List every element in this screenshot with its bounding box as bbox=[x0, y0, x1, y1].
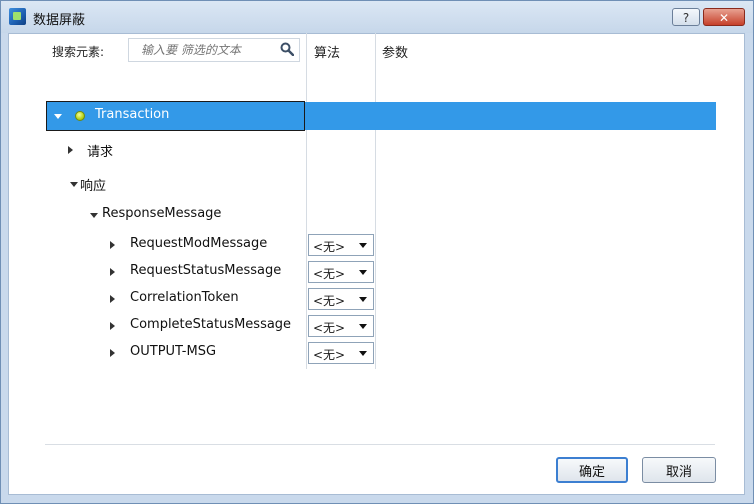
masking-grid: 搜索元素: 算法 参数 Transaction 请求 响应 ResponseMe… bbox=[40, 33, 716, 378]
tree-row-response[interactable]: 响应 bbox=[46, 170, 716, 198]
collapse-arrow-icon[interactable] bbox=[110, 268, 115, 276]
select-value: <无> bbox=[313, 321, 346, 335]
chevron-down-icon bbox=[359, 351, 367, 356]
tree-row-responsemessage[interactable]: ResponseMessage bbox=[46, 201, 716, 229]
tree-item-label: 响应 bbox=[80, 179, 107, 194]
algorithm-select[interactable]: <无> bbox=[308, 315, 374, 337]
collapse-arrow-icon[interactable] bbox=[110, 241, 115, 249]
select-value: <无> bbox=[313, 294, 346, 308]
tree-item-label: CompleteStatusMessage bbox=[130, 317, 292, 332]
selection-focus-rect bbox=[46, 101, 305, 131]
tree-item-label: RequestStatusMessage bbox=[130, 263, 282, 278]
app-icon bbox=[9, 8, 26, 25]
search-label: 搜索元素: bbox=[52, 45, 105, 59]
search-input[interactable] bbox=[128, 38, 300, 62]
tree-row-request[interactable]: 请求 bbox=[46, 136, 716, 164]
collapse-arrow-icon[interactable] bbox=[110, 322, 115, 330]
chevron-down-icon bbox=[359, 297, 367, 302]
select-value: <无> bbox=[313, 240, 346, 254]
tree-row-correlationtoken[interactable]: CorrelationToken bbox=[46, 285, 716, 313]
tree-item-label: 请求 bbox=[87, 145, 114, 160]
collapse-arrow-icon[interactable] bbox=[68, 146, 73, 154]
footer-divider bbox=[45, 444, 715, 445]
title-bar[interactable]: 数据屏蔽 ? ✕ bbox=[1, 1, 753, 33]
chevron-down-icon bbox=[359, 324, 367, 329]
tree-item-label: ResponseMessage bbox=[102, 206, 222, 221]
column-header-algorithm: 算法 bbox=[314, 46, 341, 61]
search-area: 搜索元素: bbox=[46, 33, 304, 67]
help-button[interactable]: ? bbox=[672, 8, 700, 26]
chevron-down-icon bbox=[359, 243, 367, 248]
tree-item-label: RequestModMessage bbox=[130, 236, 268, 251]
column-header-params: 参数 bbox=[382, 46, 409, 61]
tree-row-output-msg[interactable]: OUTPUT-MSG bbox=[46, 339, 716, 367]
select-value: <无> bbox=[313, 267, 346, 281]
tree-item-label: OUTPUT-MSG bbox=[130, 344, 217, 359]
tree-row-requestmodmessage[interactable]: RequestModMessage bbox=[46, 231, 716, 259]
window-title: 数据屏蔽 bbox=[33, 13, 86, 28]
algorithm-select[interactable]: <无> bbox=[308, 342, 374, 364]
tree-row-requeststatusmessage[interactable]: RequestStatusMessage bbox=[46, 258, 716, 286]
tree-row-completestatusmessage[interactable]: CompleteStatusMessage bbox=[46, 312, 716, 340]
ok-button[interactable]: 确定 bbox=[556, 457, 628, 483]
chevron-down-icon bbox=[359, 270, 367, 275]
expand-arrow-icon[interactable] bbox=[70, 182, 78, 187]
collapse-arrow-icon[interactable] bbox=[110, 295, 115, 303]
tree-item-label: CorrelationToken bbox=[130, 290, 239, 305]
expand-arrow-icon[interactable] bbox=[90, 213, 98, 218]
collapse-arrow-icon[interactable] bbox=[110, 349, 115, 357]
select-value: <无> bbox=[313, 348, 346, 362]
search-icon[interactable] bbox=[280, 42, 294, 56]
close-button[interactable]: ✕ bbox=[703, 8, 745, 26]
algorithm-select[interactable]: <无> bbox=[308, 261, 374, 283]
algorithm-select[interactable]: <无> bbox=[308, 288, 374, 310]
cancel-button[interactable]: 取消 bbox=[642, 457, 716, 483]
algorithm-select[interactable]: <无> bbox=[308, 234, 374, 256]
